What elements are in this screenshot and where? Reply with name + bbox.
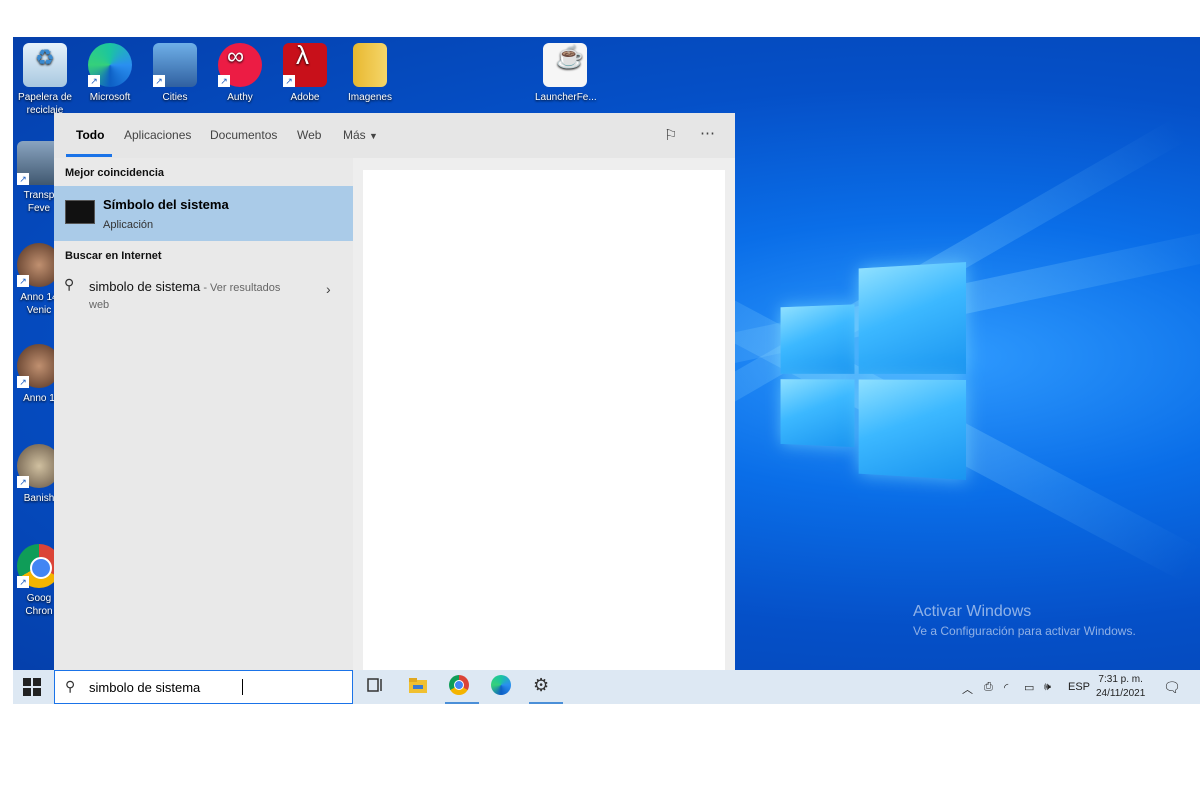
- web-query-text: simbolo de sistema: [89, 279, 201, 294]
- taskbar: ⚲ simbolo de sistema ⚙ ︿ ⎙ ◜ ▭ 🕪 ESP 7:3…: [13, 670, 1200, 704]
- file-explorer-icon: [409, 678, 427, 693]
- activation-watermark: Activar Windows Ve a Configuración para …: [913, 603, 1136, 638]
- desktop-icon-label: Microsoft: [89, 92, 131, 103]
- authy-icon: ∞ ↗: [218, 43, 262, 87]
- task-view-icon: [367, 678, 382, 692]
- tab-documentos[interactable]: Documentos: [210, 128, 277, 142]
- windows-icon: [23, 678, 31, 686]
- file-explorer-button[interactable]: [407, 675, 433, 699]
- best-match-heading: Mejor coincidencia: [65, 167, 165, 179]
- tab-mas-label: Más: [343, 128, 366, 142]
- search-icon: ⚲: [65, 678, 76, 694]
- volume-icon[interactable]: 🕪: [1044, 681, 1051, 694]
- gear-icon: ⚙: [533, 675, 550, 695]
- desktop-icon-launcher[interactable]: ☕ LauncherFe...: [535, 43, 597, 104]
- chrome-icon: [449, 675, 469, 695]
- adobe-icon: λ ↗: [283, 42, 327, 87]
- activation-title: Activar Windows: [913, 603, 1032, 620]
- active-indicator: [529, 702, 563, 704]
- chevron-down-icon: ▼: [369, 131, 378, 141]
- desktop-icon-recycle-bin[interactable]: ♻ Papelera de reciclaje: [15, 43, 75, 117]
- search-tabs: Todo Aplicaciones Documentos Web Más ▼ ⚐…: [54, 113, 735, 158]
- taskbar-settings-button[interactable]: ⚙: [529, 675, 563, 704]
- preview-pane: [363, 170, 725, 670]
- search-panel: Todo Aplicaciones Documentos Web Más ▼ ⚐…: [54, 113, 735, 670]
- tab-aplicaciones[interactable]: Aplicaciones: [124, 128, 191, 142]
- taskbar-edge-button[interactable]: [491, 675, 517, 699]
- chevron-right-icon[interactable]: ›: [326, 281, 331, 297]
- language-indicator[interactable]: ESP: [1068, 681, 1090, 693]
- desktop-icon-adobe[interactable]: λ ↗ Adobe: [275, 42, 335, 104]
- tab-web[interactable]: Web: [297, 128, 321, 142]
- wifi-icon[interactable]: ◜: [1004, 681, 1008, 694]
- desktop-icon-edge[interactable]: ↗ Microsoft: [80, 43, 140, 104]
- chevron-up-icon[interactable]: ︿: [962, 681, 973, 697]
- web-query-second-line: web: [89, 299, 110, 311]
- taskbar-chrome-button[interactable]: [445, 675, 479, 704]
- desktop-icon-authy[interactable]: ∞ ↗ Authy: [210, 43, 270, 104]
- best-match-result[interactable]: Símbolo del sistema Aplicación: [54, 186, 353, 241]
- search-input[interactable]: simbolo de sistema: [89, 680, 200, 695]
- recycle-bin-icon: ♻: [23, 43, 67, 87]
- windows-logo-wallpaper: [780, 262, 967, 482]
- folder-icon: [353, 43, 387, 87]
- desktop-icon-cities[interactable]: ↗ Cities: [145, 43, 205, 104]
- battery-icon[interactable]: ▭: [1024, 681, 1034, 694]
- desktop-icon-imagenes[interactable]: Imagenes: [340, 43, 400, 104]
- command-prompt-icon: [65, 200, 95, 224]
- desktop-icon-label: Authy: [227, 92, 253, 103]
- text-cursor: [242, 679, 243, 695]
- activation-subtitle: Ve a Configuración para activar Windows.: [913, 624, 1136, 638]
- result-name: Símbolo del sistema: [103, 197, 229, 212]
- taskbar-search-box[interactable]: ⚲ simbolo de sistema: [54, 670, 353, 704]
- web-search-heading: Buscar en Internet: [65, 250, 162, 262]
- tab-mas[interactable]: Más ▼: [343, 128, 378, 142]
- cities-icon: ↗: [153, 43, 197, 87]
- desktop-icon-label: LauncherFe...: [535, 92, 597, 103]
- result-type: Aplicación: [103, 219, 154, 231]
- more-options-icon[interactable]: ⋯: [700, 124, 715, 142]
- desktop-icon-label: Adobe: [290, 92, 320, 103]
- web-query-more: - Ver resultados: [200, 282, 281, 294]
- web-search-result[interactable]: ⚲ simbolo de sistema - Ver resultados we…: [54, 270, 353, 316]
- clock-time: 7:31 p. m.: [1098, 674, 1143, 685]
- notifications-icon[interactable]: 🗨: [1163, 679, 1181, 696]
- feedback-icon[interactable]: ⚐: [664, 126, 677, 144]
- task-view-button[interactable]: [365, 675, 391, 699]
- edge-icon: ↗: [88, 43, 132, 87]
- clock-date: 24/11/2021: [1096, 688, 1146, 699]
- web-query: simbolo de sistema - Ver resultados: [89, 279, 280, 294]
- java-icon: ☕: [543, 43, 587, 87]
- tab-todo[interactable]: Todo: [76, 128, 104, 142]
- search-icon: ⚲: [64, 276, 75, 292]
- clock[interactable]: 7:31 p. m. 24/11/2021: [1096, 673, 1145, 701]
- desktop-icon-label: Imagenes: [348, 92, 392, 103]
- results-list: Mejor coincidencia Símbolo del sistema A…: [54, 158, 353, 670]
- edge-icon: [491, 675, 511, 695]
- active-tab-indicator: [66, 154, 112, 157]
- start-button[interactable]: [23, 678, 41, 696]
- desktop-icon-label: Cities: [162, 92, 188, 103]
- active-indicator: [445, 702, 479, 704]
- meet-now-icon[interactable]: ⎙: [984, 681, 993, 694]
